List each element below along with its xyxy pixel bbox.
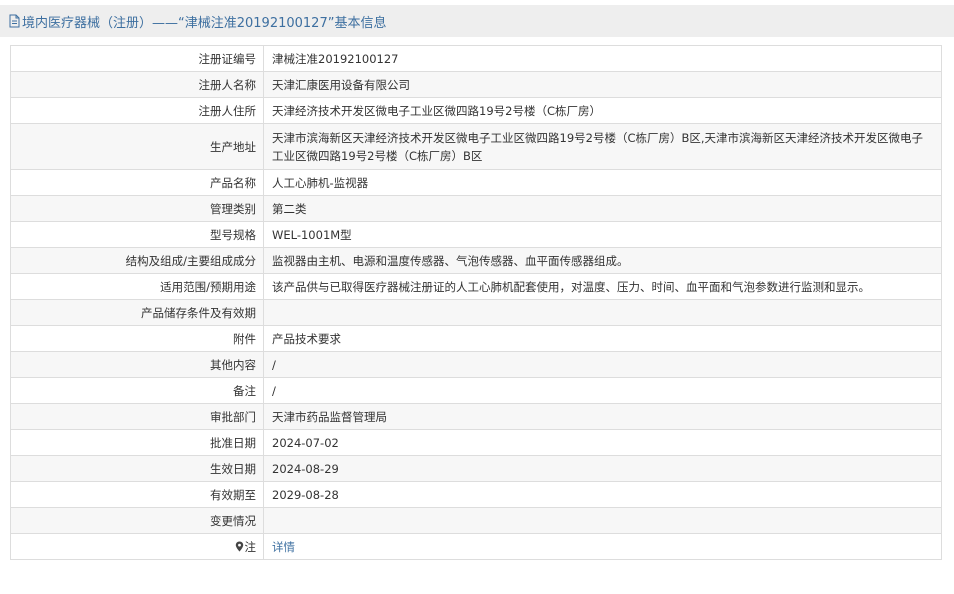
table-row: 型号规格 WEL-1001M型 [10, 221, 942, 248]
table-row: 有效期至 2029-08-28 [10, 481, 942, 508]
row-value: 天津市滨海新区天津经济技术开发区微电子工业区微四路19号2号楼（C栋厂房）B区,… [263, 123, 942, 170]
row-label: 生效日期 [10, 455, 264, 482]
page-title: 境内医疗器械（注册）——“津械注准20192100127”基本信息 [22, 15, 387, 31]
row-value: 天津汇康医用设备有限公司 [263, 71, 942, 98]
note-row: 注 详情 [10, 533, 942, 560]
note-value-cell: 详情 [263, 533, 942, 560]
row-value: 天津市药品监督管理局 [263, 403, 942, 430]
table-row: 产品储存条件及有效期 [10, 299, 942, 326]
table-row: 结构及组成/主要组成成分 监视器由主机、电源和温度传感器、气泡传感器、血平面传感… [10, 247, 942, 274]
row-label: 注册人住所 [10, 97, 264, 124]
details-link[interactable]: 详情 [272, 540, 295, 554]
row-value: 津械注准20192100127 [263, 45, 942, 72]
row-label: 生产地址 [10, 123, 264, 170]
row-label: 其他内容 [10, 351, 264, 378]
note-label-cell: 注 [10, 533, 264, 560]
table-row: 附件 产品技术要求 [10, 325, 942, 352]
row-label: 产品储存条件及有效期 [10, 299, 264, 326]
row-value: 监视器由主机、电源和温度传感器、气泡传感器、血平面传感器组成。 [263, 247, 942, 274]
row-label: 有效期至 [10, 481, 264, 508]
row-value: 人工心肺机-监视器 [263, 169, 942, 196]
location-pin-icon [235, 541, 243, 551]
row-value: 该产品供与已取得医疗器械注册证的人工心肺机配套使用，对温度、压力、时间、血平面和… [263, 273, 942, 300]
row-value [263, 299, 942, 326]
table-row: 备注 / [10, 377, 942, 404]
row-label: 型号规格 [10, 221, 264, 248]
row-label: 变更情况 [10, 507, 264, 534]
row-label: 批准日期 [10, 429, 264, 456]
info-table: 注册证编号 津械注准20192100127 注册人名称 天津汇康医用设备有限公司… [10, 45, 942, 560]
table-row: 审批部门 天津市药品监督管理局 [10, 403, 942, 430]
row-label: 结构及组成/主要组成成分 [10, 247, 264, 274]
table-row: 管理类别 第二类 [10, 195, 942, 222]
row-label: 注册人名称 [10, 71, 264, 98]
row-value: 产品技术要求 [263, 325, 942, 352]
row-label: 附件 [10, 325, 264, 352]
table-row: 生效日期 2024-08-29 [10, 455, 942, 482]
row-value: 2024-08-29 [263, 455, 942, 482]
table-row: 生产地址 天津市滨海新区天津经济技术开发区微电子工业区微四路19号2号楼（C栋厂… [10, 123, 942, 170]
row-label: 管理类别 [10, 195, 264, 222]
row-label: 备注 [10, 377, 264, 404]
row-value: 第二类 [263, 195, 942, 222]
table-row: 变更情况 [10, 507, 942, 534]
row-label: 注册证编号 [10, 45, 264, 72]
page-header: 境内医疗器械（注册）——“津械注准20192100127”基本信息 [0, 5, 954, 37]
table-row: 其他内容 / [10, 351, 942, 378]
table-row: 注册证编号 津械注准20192100127 [10, 45, 942, 72]
row-value: 2024-07-02 [263, 429, 942, 456]
table-row: 批准日期 2024-07-02 [10, 429, 942, 456]
table-row: 注册人住所 天津经济技术开发区微电子工业区微四路19号2号楼（C栋厂房） [10, 97, 942, 124]
row-value: / [263, 377, 942, 404]
row-value: / [263, 351, 942, 378]
row-value: WEL-1001M型 [263, 221, 942, 248]
document-icon [9, 14, 20, 28]
row-value [263, 507, 942, 534]
table-row: 产品名称 人工心肺机-监视器 [10, 169, 942, 196]
table-row: 适用范围/预期用途 该产品供与已取得医疗器械注册证的人工心肺机配套使用，对温度、… [10, 273, 942, 300]
row-value: 2029-08-28 [263, 481, 942, 508]
row-label: 适用范围/预期用途 [10, 273, 264, 300]
row-label: 产品名称 [10, 169, 264, 196]
note-label: 注 [244, 539, 257, 554]
table-row: 注册人名称 天津汇康医用设备有限公司 [10, 71, 942, 98]
row-label: 审批部门 [10, 403, 264, 430]
row-value: 天津经济技术开发区微电子工业区微四路19号2号楼（C栋厂房） [263, 97, 942, 124]
